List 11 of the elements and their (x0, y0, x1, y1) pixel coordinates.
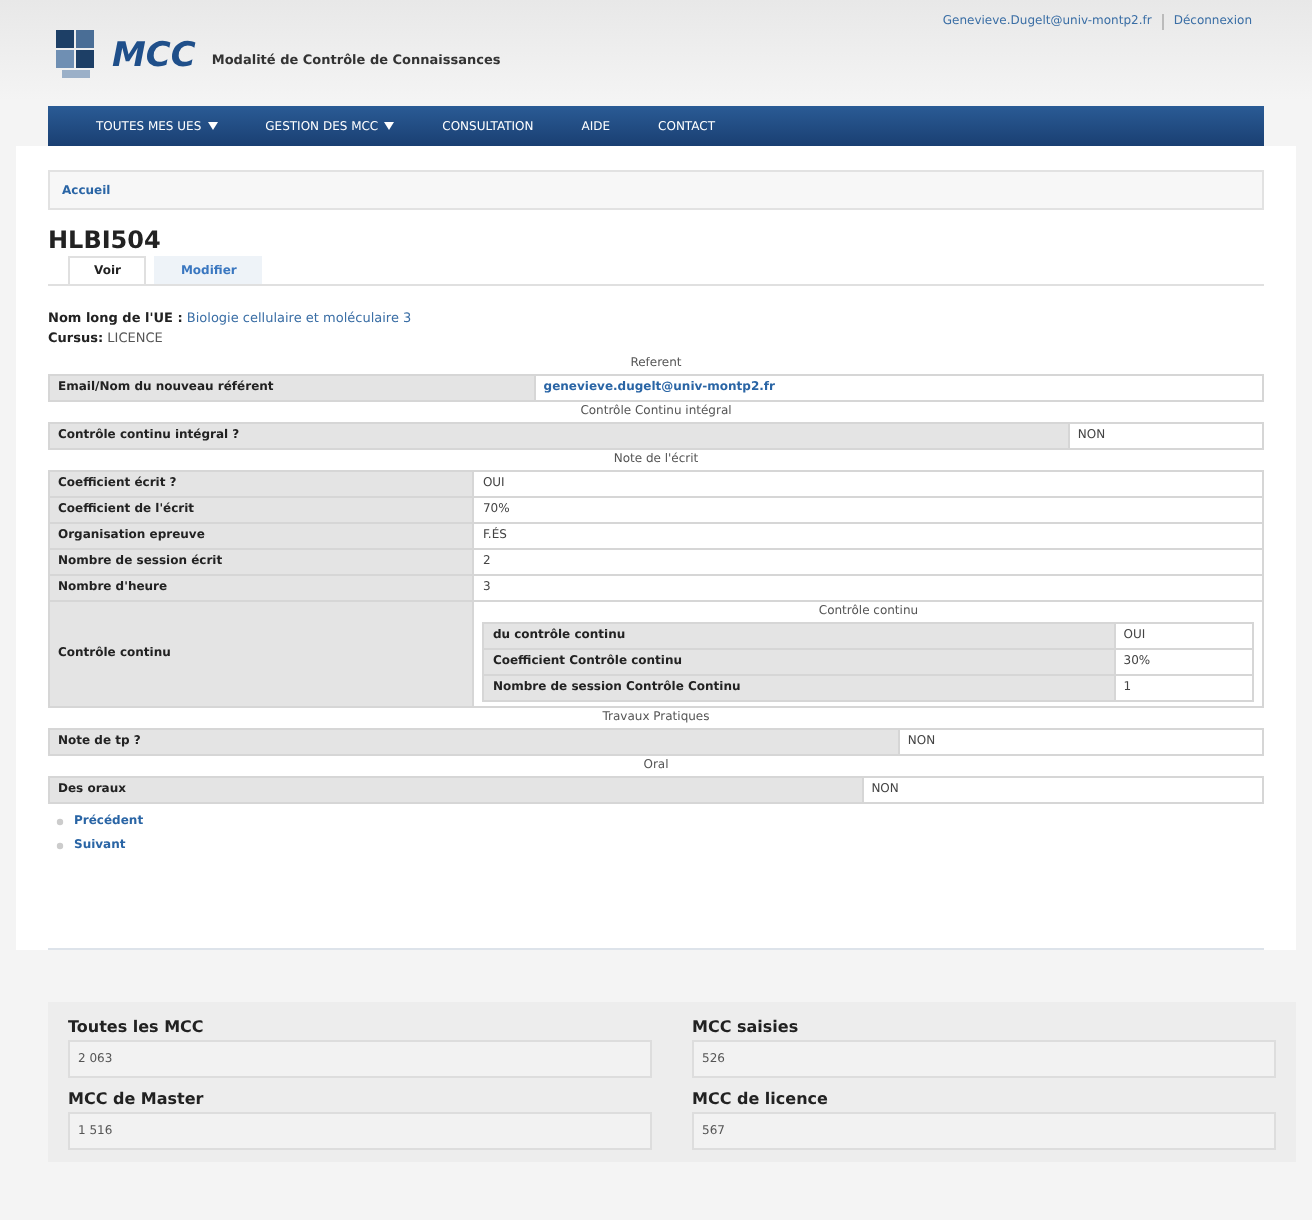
logo-text: MCC (112, 36, 196, 76)
stat-label: MCC de licence (692, 1090, 830, 1108)
bullet-icon (56, 841, 64, 849)
caret-icon (207, 122, 218, 130)
caret-icon (384, 122, 395, 130)
logo-icon (56, 30, 96, 82)
stat-label: MCC saisies (692, 1018, 801, 1036)
stat-label: MCC de Master (68, 1090, 206, 1108)
bullet-icon (56, 817, 64, 825)
page-title: HLBI504 (48, 226, 163, 254)
stat-label: Toutes les MCC (68, 1018, 206, 1036)
